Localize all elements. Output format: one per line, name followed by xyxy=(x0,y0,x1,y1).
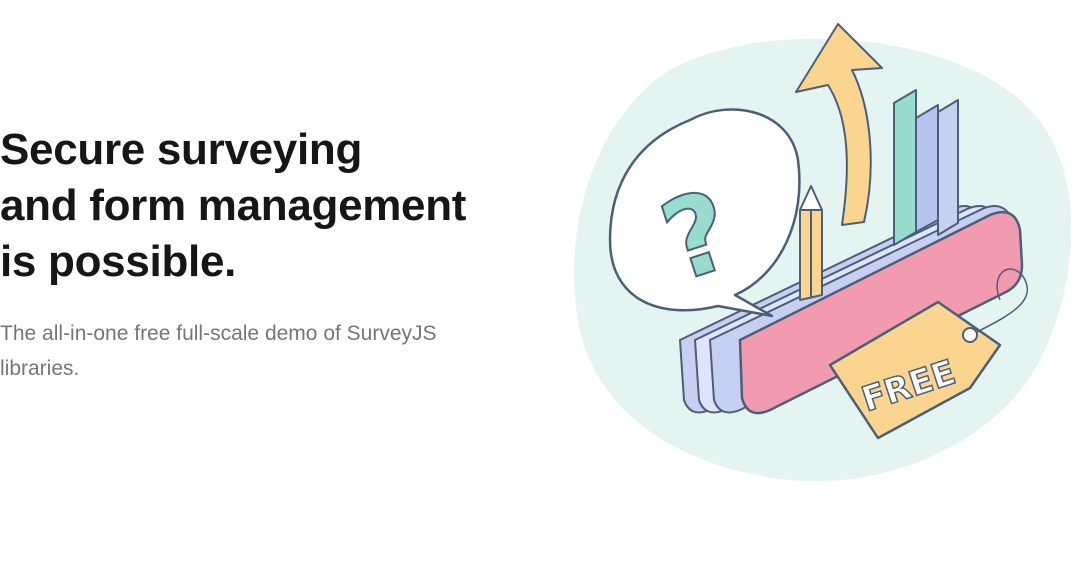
hero-illustration: ? FREE xyxy=(574,23,1072,482)
pencil-icon xyxy=(799,185,823,301)
headline-line-3: is possible. xyxy=(0,237,237,286)
hero-headline: Secure surveying and form management is … xyxy=(0,122,560,290)
headline-line-1: Secure surveying xyxy=(0,125,363,174)
hero-section: Secure surveying and form management is … xyxy=(0,0,1080,576)
hero-subtitle: The all-in-one free full-scale demo of S… xyxy=(0,322,437,380)
bar-chart-icon xyxy=(893,89,959,246)
headline-line-2: and form management xyxy=(0,181,467,230)
